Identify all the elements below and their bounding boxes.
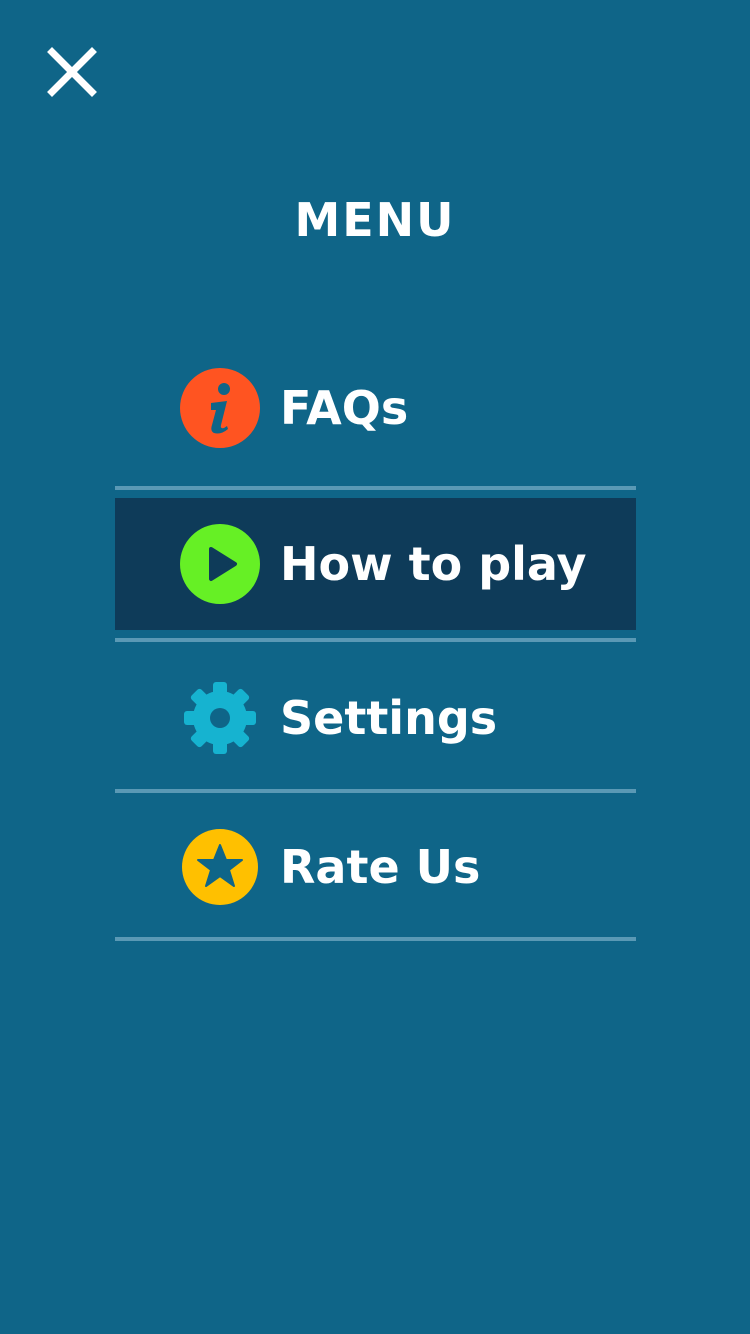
menu-item-settings[interactable]: Settings: [115, 644, 636, 792]
page-title: MENU: [294, 193, 456, 247]
menu-item-how-to-play[interactable]: How to play: [115, 498, 636, 630]
menu-item-rate-us[interactable]: Rate Us: [115, 794, 636, 940]
close-button[interactable]: [46, 46, 98, 98]
close-icon: [47, 47, 97, 97]
divider: [115, 789, 636, 793]
info-icon: [180, 368, 260, 448]
divider: [115, 638, 636, 642]
divider: [115, 486, 636, 490]
play-icon: [180, 524, 260, 604]
menu-item-faqs[interactable]: FAQs: [115, 330, 636, 486]
menu-item-label: FAQs: [280, 381, 409, 435]
menu-item-label: How to play: [280, 537, 587, 591]
menu-item-label: Settings: [280, 691, 498, 745]
menu-item-label: Rate Us: [280, 840, 481, 894]
divider: [115, 937, 636, 941]
star-icon: [180, 827, 260, 907]
gear-icon: [180, 678, 260, 758]
